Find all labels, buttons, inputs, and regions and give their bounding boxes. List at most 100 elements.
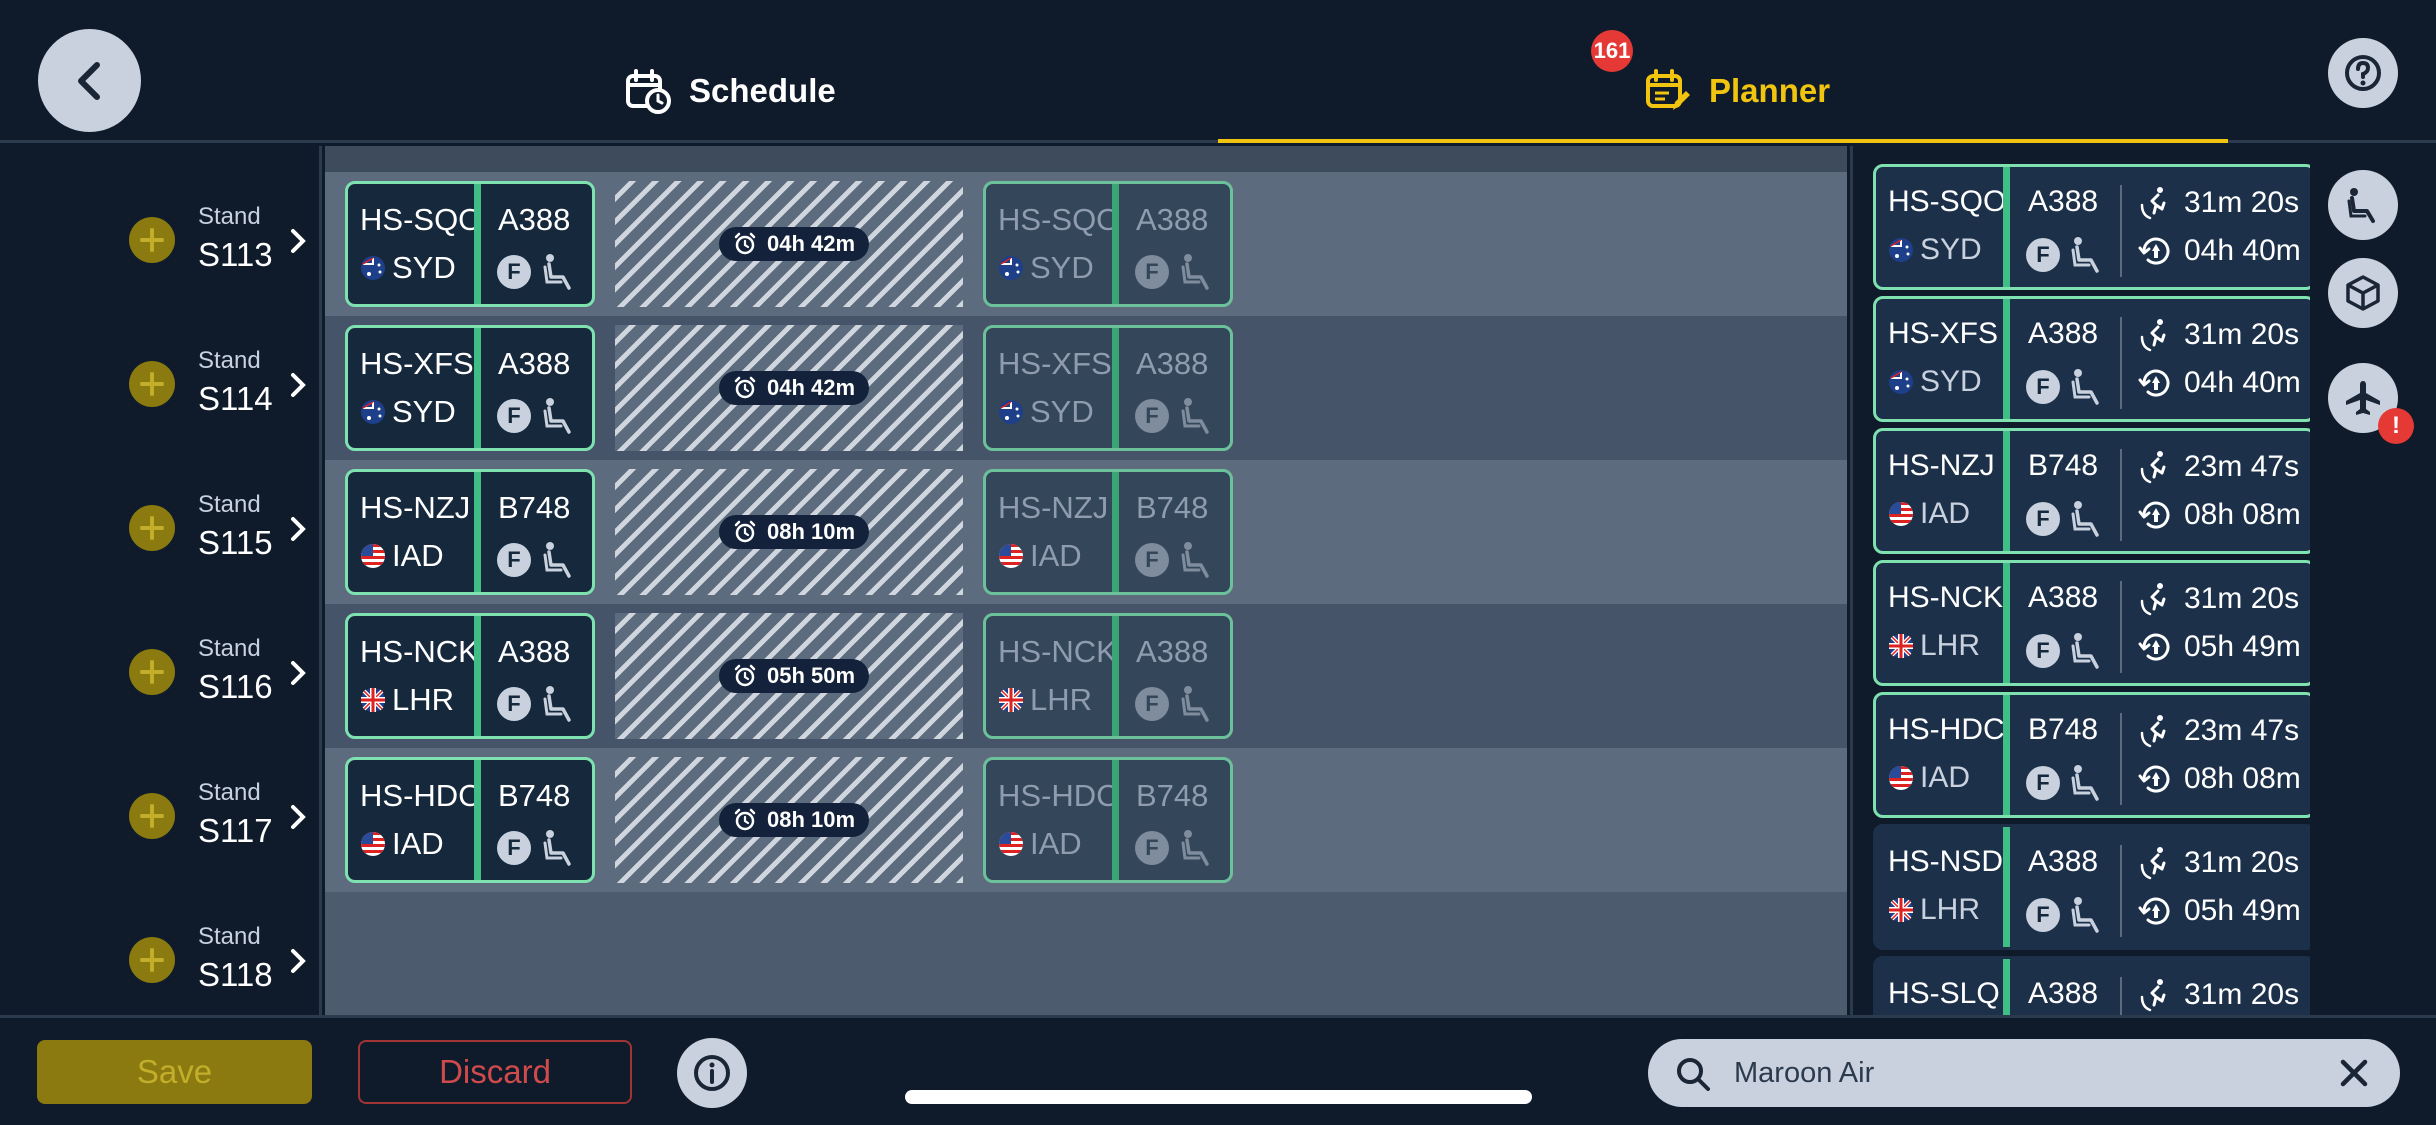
turnaround-time-value: 05h 49m	[2184, 894, 2301, 927]
seat-wrapper	[540, 684, 578, 729]
flight-origin: IAD	[360, 826, 444, 862]
vertical-separator	[2120, 845, 2122, 937]
stand-row-s116[interactable]: Stand S116	[0, 578, 319, 722]
timeline-row[interactable]: HS-SQO SYD A388 F 04h 42m HS-SQO SYD A388 F	[325, 172, 1847, 316]
flight-list-item[interactable]: HS-NCK LHR A388 F 31m 20s 05h 49m	[1873, 560, 2310, 686]
origin-code: IAD	[1030, 538, 1082, 573]
flight-list-item[interactable]: HS-SLQ A388 31m 20s	[1873, 956, 2310, 1015]
calendar-edit-icon	[1646, 69, 1690, 110]
card-divider	[1112, 616, 1119, 736]
turnaround-block[interactable]: 08h 10m	[615, 757, 963, 883]
flight-card[interactable]: HS-HDC IAD B748 F	[345, 757, 595, 883]
back-button[interactable]	[38, 29, 141, 132]
turnaround-duration: 04h 42m	[767, 375, 856, 400]
unassigned-flight-list[interactable]: HS-SQO SYD A388 F 31m 20s 04h 40m HS-XFS SYD A38…	[1850, 146, 2310, 1015]
walking-timer-icon	[2140, 847, 2166, 880]
flight-list-item[interactable]: HS-HDC IAD B748 F 23m 47s 08h 08m	[1873, 692, 2310, 818]
info-button[interactable]	[677, 1038, 747, 1108]
alarm-clock-icon	[734, 808, 756, 831]
tab-schedule[interactable]: Schedule	[625, 60, 836, 122]
turnaround-time-icon	[2138, 765, 2170, 793]
flight-origin: SYD	[360, 394, 456, 430]
passenger-filter-button[interactable]	[2328, 170, 2398, 240]
tab-planner[interactable]: Planner	[1645, 60, 1830, 122]
add-icon[interactable]	[129, 793, 175, 839]
airplane-icon	[2346, 381, 2380, 415]
aircraft-type: A388	[1136, 202, 1209, 237]
timeline-row[interactable]: HS-HDC IAD B748 F 08h 10m HS-HDC IAD B748 F	[325, 748, 1847, 892]
stand-row-s117[interactable]: Stand S117	[0, 722, 319, 866]
cargo-filter-button[interactable]	[2328, 258, 2398, 328]
stand-name: S114	[198, 380, 273, 417]
add-icon[interactable]	[129, 937, 175, 983]
aircraft-type: B748	[498, 778, 571, 813]
flight-registration: HS-NZJ	[360, 490, 471, 525]
class-badge: F	[497, 399, 531, 433]
turnaround-block[interactable]: 08h 10m	[615, 469, 963, 595]
seat-wrapper	[1178, 252, 1216, 297]
flight-origin: SYD	[998, 394, 1094, 430]
stand-label: Stand	[198, 635, 261, 662]
card-divider	[1112, 760, 1119, 880]
turnaround-block[interactable]: 04h 42m	[615, 325, 963, 451]
flight-card[interactable]: HS-SQO SYD A388 F	[345, 181, 595, 307]
search-field[interactable]	[1648, 1039, 2400, 1107]
timeline-row[interactable]: HS-NCK LHR A388 F 05h 50m HS-NCK LHR A388 F	[325, 604, 1847, 748]
turnaround-duration-pill: 04h 42m	[719, 227, 870, 261]
stand-row-s115[interactable]: Stand S115	[0, 434, 319, 578]
ghost-flight-card[interactable]: HS-NCK LHR A388 F	[983, 613, 1233, 739]
flight-registration: HS-HDC	[998, 778, 1119, 813]
ghost-flight-card[interactable]: HS-XFS SYD A388 F	[983, 325, 1233, 451]
ghost-flight-card[interactable]: HS-HDC IAD B748 F	[983, 757, 1233, 883]
flight-list-item[interactable]: HS-NZJ IAD B748 F 23m 47s 08h 08m	[1873, 428, 2310, 554]
card-divider	[2003, 167, 2010, 287]
vertical-separator	[2120, 581, 2122, 673]
vertical-separator	[2120, 185, 2122, 277]
passenger-seat-icon	[1181, 254, 1209, 290]
stand-row-s114[interactable]: Stand S114	[0, 290, 319, 434]
flight-card[interactable]: HS-XFS SYD A388 F	[345, 325, 595, 451]
flight-registration: HS-XFS	[1888, 317, 1999, 350]
tab-schedule-label: Schedule	[689, 72, 836, 109]
help-button[interactable]	[2328, 38, 2398, 108]
flight-card[interactable]: HS-NCK LHR A388 F	[345, 613, 595, 739]
timeline-row[interactable]: HS-XFS SYD A388 F 04h 42m HS-XFS SYD A388 F	[325, 316, 1847, 460]
flight-list-item[interactable]: HS-XFS SYD A388 F 31m 20s 04h 40m	[1873, 296, 2310, 422]
stand-row-s118[interactable]: Stand S118	[0, 866, 319, 1010]
flight-origin: SYD	[1888, 365, 1982, 399]
close-icon[interactable]	[2338, 1057, 2370, 1089]
passenger-seat-icon	[2071, 897, 2099, 933]
turnaround-time: 04h 40m	[2138, 365, 2301, 401]
usa-flag-icon	[999, 832, 1023, 856]
flight-list-item[interactable]: HS-SQO SYD A388 F 31m 20s 04h 40m	[1873, 164, 2310, 290]
flight-list-item[interactable]: HS-NSD LHR A388 F 31m 20s 05h 49m	[1873, 824, 2310, 950]
add-icon[interactable]	[129, 505, 175, 551]
add-icon[interactable]	[129, 217, 175, 263]
stand-label: Stand	[198, 779, 261, 806]
add-icon[interactable]	[129, 649, 175, 695]
flight-registration: HS-NSD	[1888, 845, 2004, 878]
turnaround-time: 05h 49m	[2138, 893, 2301, 929]
usa-flag-icon	[361, 544, 385, 568]
seat-wrapper	[2068, 367, 2106, 412]
turnaround-block[interactable]: 05h 50m	[615, 613, 963, 739]
discard-button[interactable]: Discard	[358, 1040, 632, 1104]
timeline-row[interactable]: HS-NZJ IAD B748 F 08h 10m HS-NZJ IAD B748 F	[325, 460, 1847, 604]
origin-code: LHR	[1920, 893, 1981, 926]
turnaround-block[interactable]: 04h 42m	[615, 181, 963, 307]
add-icon[interactable]	[129, 361, 175, 407]
flight-card[interactable]: HS-NZJ IAD B748 F	[345, 469, 595, 595]
alarm-clock-icon	[734, 232, 756, 255]
cargo-box-icon	[2346, 275, 2380, 311]
save-button[interactable]: Save	[37, 1040, 312, 1104]
ghost-flight-card[interactable]: HS-NZJ IAD B748 F	[983, 469, 1233, 595]
class-badge: F	[2026, 238, 2060, 272]
ghost-flight-card[interactable]: HS-SQO SYD A388 F	[983, 181, 1233, 307]
seat-wrapper	[1178, 396, 1216, 441]
stand-name: S118	[198, 956, 273, 993]
card-divider	[2003, 431, 2010, 551]
stand-row-s113[interactable]: Stand S113	[0, 146, 319, 290]
chevron-right-icon	[291, 517, 306, 541]
walking-time-value: 23m 47s	[2184, 714, 2300, 747]
search-input[interactable]	[1734, 1049, 2294, 1097]
